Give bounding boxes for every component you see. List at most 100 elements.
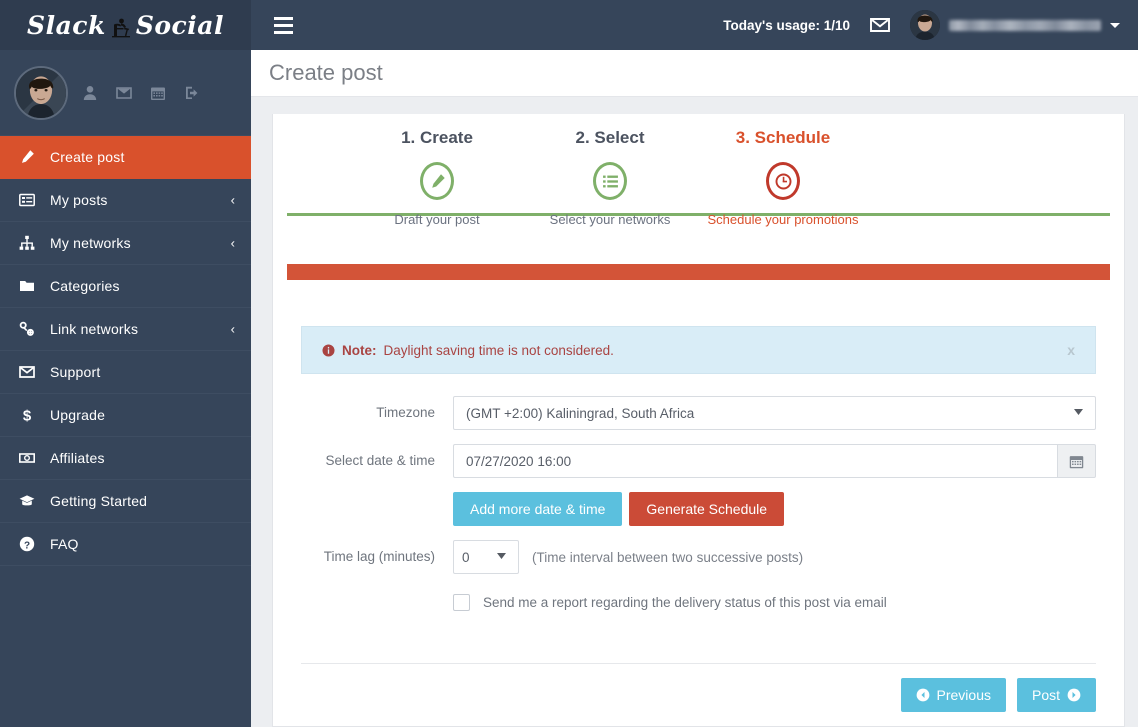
sidebar-item-label: Link networks	[50, 321, 139, 337]
progress-bar-wrapper	[273, 264, 1124, 280]
sidebar-item-label: Upgrade	[50, 407, 106, 423]
list-alt-icon	[18, 191, 36, 209]
envelope-icon[interactable]	[870, 15, 890, 35]
sidebar-item-caret: ‹	[230, 192, 235, 208]
calendar-icon[interactable]	[1057, 444, 1096, 478]
page-title: Create post	[269, 60, 383, 85]
add-more-date-time-button[interactable]: Add more date & time	[453, 492, 623, 526]
page-header: Create post	[251, 50, 1138, 97]
timelag-row: Time lag (minutes) (Time interval betwee…	[301, 540, 1096, 574]
avatar[interactable]	[14, 65, 68, 120]
sidebar-item-categories[interactable]: Categories	[0, 265, 251, 308]
datetime-row: Select date & time	[301, 444, 1096, 478]
timelag-hint: (Time interval between two successive po…	[532, 549, 804, 565]
brand-logo[interactable]: Slack Social	[0, 0, 251, 50]
note-alert-strong: Note:	[342, 342, 377, 358]
datetime-label: Select date & time	[325, 453, 435, 468]
sidebar-item-caret: ‹	[230, 321, 235, 337]
sidebar-item-label: Support	[50, 364, 101, 380]
sidebar-profile	[0, 50, 251, 136]
wizard-step-sub: Draft your post	[394, 212, 480, 227]
sidebar-item-upgrade[interactable]: $ Upgrade	[0, 394, 251, 437]
sidebar-item-faq[interactable]: ? FAQ	[0, 523, 251, 566]
sidebar-item-create-post[interactable]: Create post	[0, 136, 251, 179]
note-alert-content: Note: Daylight saving time is not consid…	[322, 343, 614, 358]
user-icon[interactable]	[82, 85, 98, 101]
sidebar-item-support[interactable]: Support	[0, 351, 251, 394]
wizard-step-sub: Select your networks	[549, 212, 671, 227]
create-post-card: 1. Create Draft your post 2. Select Sele…	[272, 114, 1125, 727]
progress-bar	[287, 264, 1110, 280]
schedule-form: Timezone Select date & time	[301, 396, 1096, 611]
sign-out-icon[interactable]	[184, 85, 200, 101]
wizard-step-select[interactable]: 2. Select Select your networks	[515, 128, 705, 227]
usage-counter: Today's usage: 1/10	[723, 17, 850, 33]
chevron-left-circle-icon	[916, 688, 930, 702]
sidebar: Slack Social Create post My posts ‹ My n…	[0, 0, 251, 727]
wizard-step-sub: Schedule your promotions	[707, 212, 859, 227]
svg-text:?: ?	[24, 540, 30, 551]
close-icon[interactable]: x	[1067, 342, 1075, 358]
sitemap-icon	[18, 234, 36, 252]
report-checkbox-label: Send me a report regarding the delivery …	[483, 595, 887, 610]
datetime-input[interactable]	[453, 444, 1058, 478]
post-button-label: Post	[1031, 687, 1060, 703]
money-icon	[18, 449, 36, 467]
post-button[interactable]: Post	[1016, 678, 1096, 712]
chevron-down-icon	[1110, 22, 1120, 28]
sidebar-item-my-networks[interactable]: My networks ‹	[0, 222, 251, 265]
calendar-icon[interactable]	[150, 85, 166, 101]
hamburger-icon[interactable]	[265, 0, 301, 50]
sidebar-item-label: Create post	[50, 149, 125, 165]
top-bar-right: Today's usage: 1/10	[723, 0, 1138, 50]
graduation-cap-icon	[18, 492, 36, 510]
previous-button[interactable]: Previous	[900, 678, 1006, 712]
wizard-step-title: 3. Schedule	[735, 128, 831, 147]
sidebar-item-label: Categories	[50, 278, 120, 294]
wizard-step-title: 1. Create	[401, 128, 473, 147]
generate-schedule-button[interactable]: Generate Schedule	[629, 492, 785, 526]
report-checkbox-row: Send me a report regarding the delivery …	[301, 588, 1096, 611]
card-footer: Previous Post	[301, 663, 1096, 712]
wizard-step-title: 2. Select	[575, 128, 645, 147]
user-menu[interactable]	[910, 10, 1120, 40]
sidebar-item-affiliates[interactable]: Affiliates	[0, 437, 251, 480]
note-alert: Note: Daylight saving time is not consid…	[301, 326, 1096, 374]
sidebar-item-label: Getting Started	[50, 493, 148, 509]
top-bar: Today's usage: 1/10	[251, 0, 1138, 50]
sidebar-item-my-posts[interactable]: My posts ‹	[0, 179, 251, 222]
question-circle-icon: ?	[18, 535, 36, 553]
timezone-select[interactable]	[453, 396, 1096, 430]
pencil-icon	[420, 162, 454, 200]
folder-icon	[18, 277, 36, 295]
info-circle-icon	[322, 343, 335, 357]
sidebar-item-label: My posts	[50, 192, 108, 208]
chevron-right-circle-icon	[1067, 688, 1081, 702]
list-icon	[593, 162, 627, 200]
wizard-step-create[interactable]: 1. Create Draft your post	[342, 128, 532, 227]
clock-icon	[766, 162, 800, 200]
timelag-select[interactable]	[453, 540, 519, 574]
sidebar-item-label: Affiliates	[50, 450, 105, 466]
brand-name-part2: Social	[135, 10, 224, 40]
sidebar-item-label: My networks	[50, 235, 131, 251]
brand-text: Slack Social	[27, 11, 224, 40]
envelope-icon[interactable]	[116, 85, 132, 101]
timelag-label: Time lag (minutes)	[323, 549, 435, 564]
person-in-chair-icon	[108, 16, 134, 38]
note-alert-text: Daylight saving time is not considered.	[383, 342, 614, 358]
pencil-icon	[18, 148, 36, 166]
sidebar-item-getting-started[interactable]: Getting Started	[0, 480, 251, 523]
dollar-icon: $	[18, 406, 36, 424]
wizard-steps: 1. Create Draft your post 2. Select Sele…	[273, 114, 1124, 264]
timezone-label: Timezone	[376, 405, 435, 420]
wizard-step-schedule[interactable]: 3. Schedule Schedule your promotions	[688, 128, 878, 227]
previous-button-label: Previous	[936, 687, 991, 703]
username-redacted	[949, 19, 1101, 31]
sidebar-profile-icons	[82, 85, 200, 101]
link-icon	[18, 320, 36, 338]
avatar	[910, 10, 940, 40]
sidebar-item-caret: ‹	[230, 235, 235, 251]
sidebar-item-link-networks[interactable]: Link networks ‹	[0, 308, 251, 351]
report-checkbox[interactable]	[453, 594, 470, 611]
